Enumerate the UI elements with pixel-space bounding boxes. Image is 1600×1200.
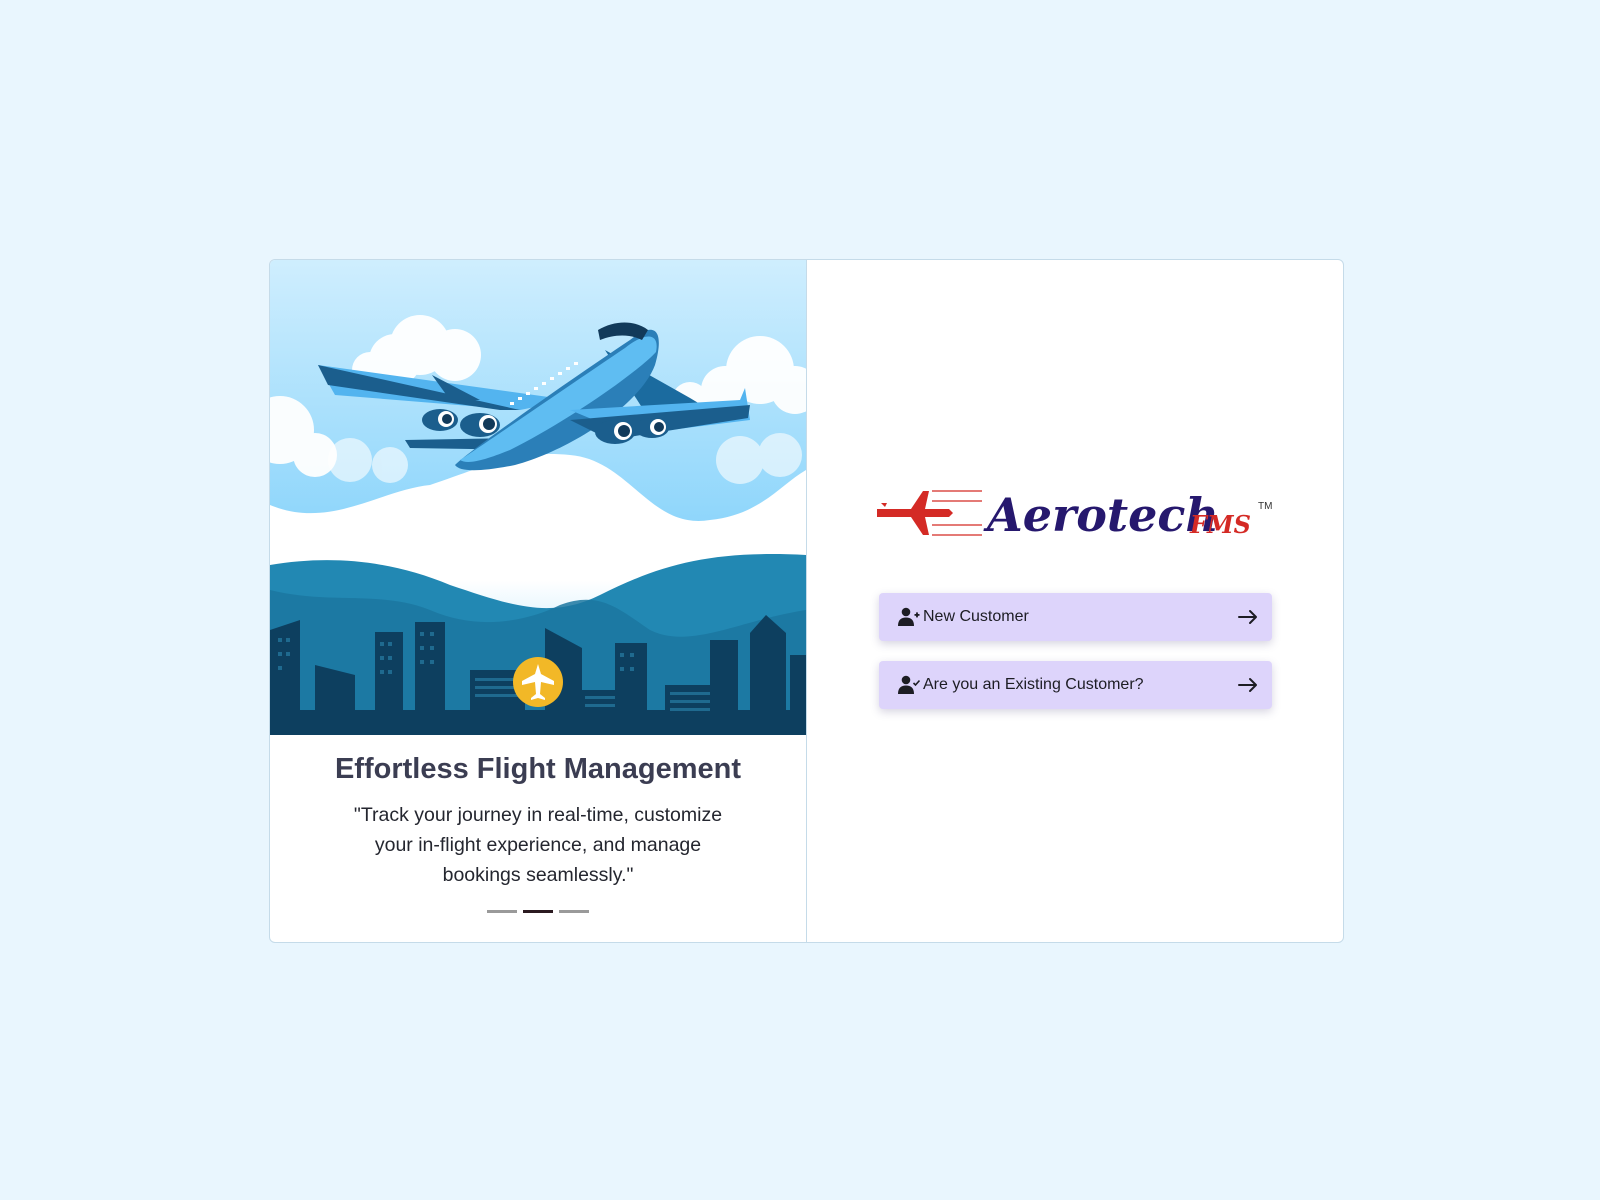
red-plane-logo-icon — [877, 490, 982, 536]
brand-suffix: FMS — [1189, 510, 1251, 539]
trademark-symbol: TM — [1258, 501, 1272, 512]
actions-panel: Aerotech FMS TM New Customer Are you an — [807, 260, 1343, 942]
user-check-icon — [898, 675, 920, 694]
welcome-card: Effortless Flight Management "Track your… — [269, 259, 1344, 943]
aerotech-logo: Aerotech FMS TM — [877, 488, 1272, 542]
arrow-right-icon — [1238, 678, 1257, 692]
carousel-indicators — [270, 910, 806, 913]
user-plus-icon — [898, 607, 920, 626]
airplane-illustration — [270, 260, 806, 735]
brand-name: Aerotech — [983, 488, 1219, 542]
carousel-indicator-1[interactable] — [487, 910, 517, 913]
carousel-panel: Effortless Flight Management "Track your… — [270, 260, 807, 942]
new-customer-label: New Customer — [923, 608, 1029, 625]
carousel-indicator-3[interactable] — [559, 910, 589, 913]
new-customer-button[interactable]: New Customer — [879, 593, 1272, 641]
arrow-right-icon — [1238, 610, 1257, 624]
slide-quote: "Track your journey in real-time, custom… — [353, 804, 723, 886]
existing-customer-label: Are you an Existing Customer? — [923, 676, 1144, 693]
existing-customer-button[interactable]: Are you an Existing Customer? — [879, 661, 1272, 709]
plane-badge-icon — [513, 657, 563, 707]
carousel-indicator-2[interactable] — [523, 910, 553, 913]
slide-title: Effortless Flight Management — [334, 753, 742, 785]
